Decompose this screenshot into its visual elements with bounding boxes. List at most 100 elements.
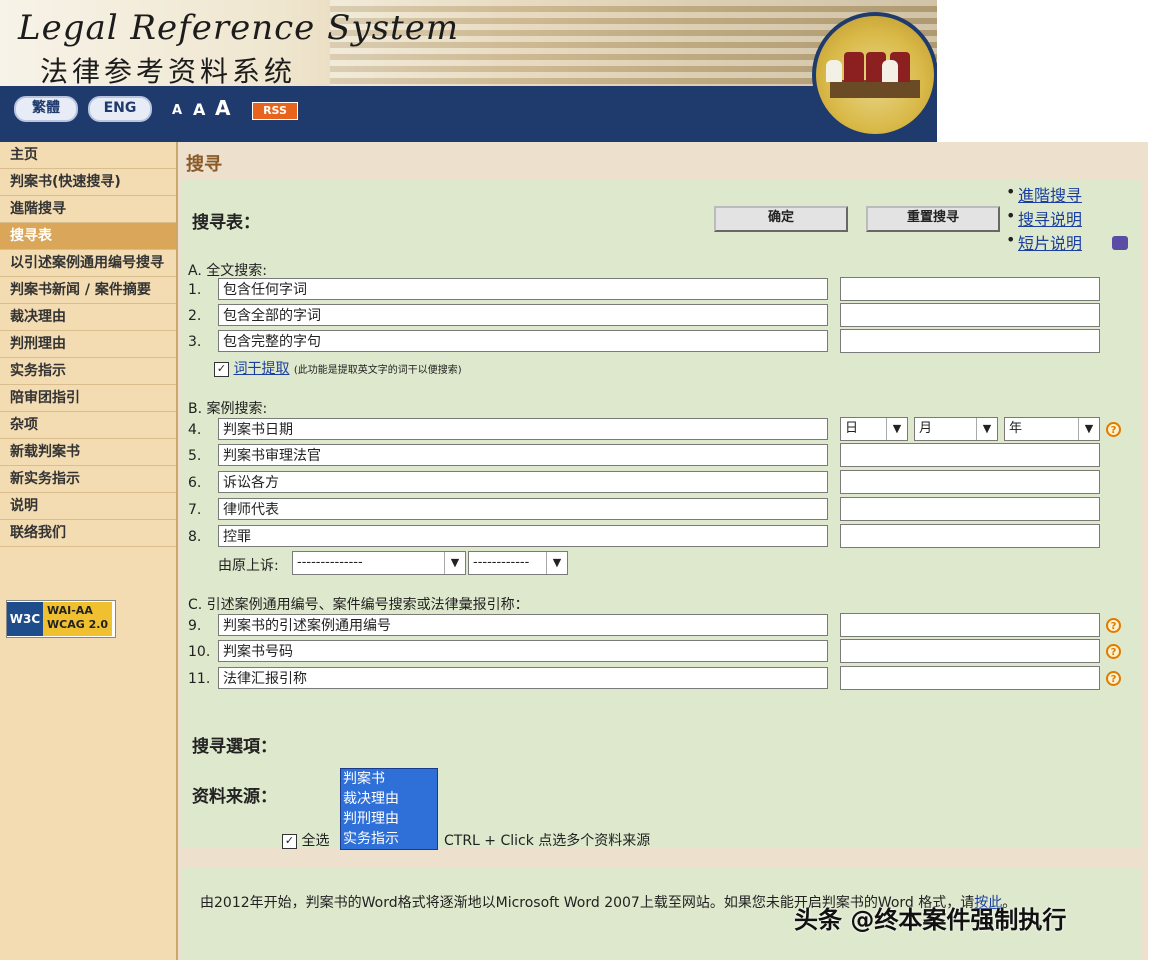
- sidebar-item-reasons-for-sentence[interactable]: 判刑理由: [0, 331, 176, 358]
- source-option[interactable]: 实务指示: [343, 829, 437, 849]
- appeal-court-select[interactable]: -------------- ▼: [292, 551, 466, 575]
- help-question-icon[interactable]: ?: [1106, 644, 1121, 659]
- stemming-checkbox[interactable]: ✓: [214, 361, 229, 377]
- sidebar-item-citation-search[interactable]: 以引述案例通用编号搜寻: [0, 250, 176, 277]
- chevron-down-icon: ▼: [444, 552, 465, 574]
- case-number-input[interactable]: [840, 639, 1100, 663]
- form-title: 搜寻表：: [192, 213, 260, 233]
- sidebar-item-reasons-for-verdict[interactable]: 裁决理由: [0, 304, 176, 331]
- data-source-listbox[interactable]: 判案书 裁决理由 判刑理由 实务指示: [340, 768, 438, 850]
- video-icon[interactable]: [1112, 236, 1128, 250]
- representation-label: 律师代表: [218, 498, 828, 520]
- w3c-wcag-badge[interactable]: W3C WAI-AA WCAG 2.0: [6, 600, 116, 638]
- sidebar-item-contact-us[interactable]: 联络我们: [0, 520, 176, 547]
- any-words-label: 包含任何字词: [218, 278, 828, 300]
- row-number: 11.: [188, 671, 211, 687]
- charge-input[interactable]: [840, 524, 1100, 548]
- appeal-from-label: 由原上诉:: [218, 558, 279, 574]
- main-content: 搜寻 搜寻表： 确定 重置搜寻 • 進階搜寻 • 搜寻说明 • 短片说明 A. …: [178, 142, 1148, 960]
- row-number: 1.: [188, 282, 202, 298]
- help-question-icon[interactable]: ?: [1106, 671, 1121, 686]
- wcag-badge-text: WAI-AA WCAG 2.0: [43, 602, 113, 636]
- row-number: 5.: [188, 448, 202, 464]
- row-number: 3.: [188, 334, 202, 350]
- source-option[interactable]: 判案书: [343, 769, 437, 789]
- any-words-input[interactable]: [840, 277, 1100, 301]
- traditional-chinese-button[interactable]: 繁體: [14, 96, 78, 122]
- sidebar-item-help[interactable]: 说明: [0, 493, 176, 520]
- day-select[interactable]: 日 ▼: [840, 417, 908, 441]
- parties-input[interactable]: [840, 470, 1100, 494]
- site-title-english: Legal Reference System: [18, 8, 460, 48]
- representation-input[interactable]: [840, 497, 1100, 521]
- appeal-case-type-select[interactable]: ------------ ▼: [468, 551, 568, 575]
- exact-phrase-input[interactable]: [840, 329, 1100, 353]
- sidebar-item-jury-directions[interactable]: 陪审团指引: [0, 385, 176, 412]
- charge-label: 控罪: [218, 525, 828, 547]
- sidebar-item-new-practice-directions[interactable]: 新实务指示: [0, 466, 176, 493]
- video-help-link[interactable]: 短片说明: [1018, 230, 1082, 254]
- advanced-search-link[interactable]: 進階搜寻: [1018, 182, 1082, 206]
- row-number: 10.: [188, 644, 211, 660]
- search-options-title: 搜寻選項：: [192, 737, 277, 757]
- font-size-large-button[interactable]: A: [215, 96, 230, 120]
- all-words-label: 包含全部的字词: [218, 304, 828, 326]
- neutral-citation-input[interactable]: [840, 613, 1100, 637]
- courtroom-emblem-image: [812, 12, 937, 138]
- font-size-medium-button[interactable]: A: [193, 100, 205, 119]
- case-number-label: 判案书号码: [218, 640, 828, 662]
- sidebar-item-advanced-search[interactable]: 進階搜寻: [0, 196, 176, 223]
- year-select[interactable]: 年 ▼: [1004, 417, 1100, 441]
- w3c-logo: W3C: [7, 602, 43, 636]
- sidebar-item-practice-directions[interactable]: 实务指示: [0, 358, 176, 385]
- month-select[interactable]: 月 ▼: [914, 417, 998, 441]
- section-b-label: B. 案例搜索:: [188, 401, 268, 417]
- parties-label: 诉讼各方: [218, 471, 828, 493]
- judge-input[interactable]: [840, 443, 1100, 467]
- english-button[interactable]: ENG: [88, 96, 152, 122]
- stemming-note: (此功能是提取英文字的词干以便搜索): [293, 365, 462, 376]
- search-help-link[interactable]: 搜寻说明: [1018, 206, 1082, 230]
- sidebar-item-new-judgments[interactable]: 新载判案书: [0, 439, 176, 466]
- sidebar-nav: 主页 判案书(快速搜寻) 進階搜寻 搜寻表 以引述案例通用编号搜寻 判案书新闻 …: [0, 142, 178, 960]
- row-number: 4.: [188, 422, 202, 438]
- law-report-citation-input[interactable]: [840, 666, 1100, 690]
- rss-button[interactable]: RSS: [252, 102, 298, 120]
- all-words-input[interactable]: [840, 303, 1100, 327]
- submit-button[interactable]: 确定: [714, 206, 848, 232]
- select-all-option: ✓ 全选: [282, 830, 329, 850]
- law-report-citation-label: 法律汇报引称: [218, 667, 828, 689]
- source-option[interactable]: 裁决理由: [343, 789, 437, 809]
- chevron-down-icon: ▼: [976, 418, 997, 440]
- help-question-icon[interactable]: ?: [1106, 618, 1121, 633]
- select-all-checkbox[interactable]: ✓: [282, 833, 297, 849]
- judgment-date-label: 判案书日期: [218, 418, 828, 440]
- chevron-down-icon: ▼: [1078, 418, 1099, 440]
- sidebar-item-home[interactable]: 主页: [0, 142, 176, 169]
- sidebar-item-miscellaneous[interactable]: 杂项: [0, 412, 176, 439]
- sidebar-item-press-summaries[interactable]: 判案书新闻 / 案件摘要: [0, 277, 176, 304]
- section-c-label: C. 引述案例通用编号、案件编号搜索或法律彙报引称：: [188, 597, 529, 613]
- stemming-link[interactable]: 词干提取: [233, 361, 289, 377]
- stemming-option: ✓ 词干提取 (此功能是提取英文字的词干以便搜索): [214, 358, 462, 378]
- search-form: 搜寻表： 确定 重置搜寻 • 進階搜寻 • 搜寻说明 • 短片说明 A. 全文搜…: [182, 180, 1142, 848]
- help-question-icon[interactable]: ?: [1106, 422, 1121, 437]
- page-title: 搜寻: [186, 154, 222, 175]
- row-number: 6.: [188, 475, 202, 491]
- reset-search-button[interactable]: 重置搜寻: [866, 206, 1000, 232]
- site-header: Legal Reference System 法律参考资料系统 繁體 ENG A…: [0, 0, 937, 142]
- sidebar-item-search-form[interactable]: 搜寻表: [0, 223, 176, 250]
- font-size-small-button[interactable]: A: [172, 103, 182, 118]
- row-number: 8.: [188, 529, 202, 545]
- section-a-label: A. 全文搜索:: [188, 263, 267, 279]
- watermark: 头条 @终本案件强制执行: [794, 906, 1067, 934]
- data-source-label: 资料来源：: [192, 787, 277, 807]
- row-number: 7.: [188, 502, 202, 518]
- select-all-label: 全选: [301, 833, 330, 849]
- multi-select-hint: CTRL + Click 点选多个资料来源: [444, 833, 651, 849]
- row-number: 2.: [188, 308, 202, 324]
- site-title-chinese: 法律参考资料系统: [40, 55, 297, 88]
- sidebar-item-quick-search[interactable]: 判案书(快速搜寻): [0, 169, 176, 196]
- source-option[interactable]: 判刑理由: [343, 809, 437, 829]
- judge-label: 判案书审理法官: [218, 444, 828, 466]
